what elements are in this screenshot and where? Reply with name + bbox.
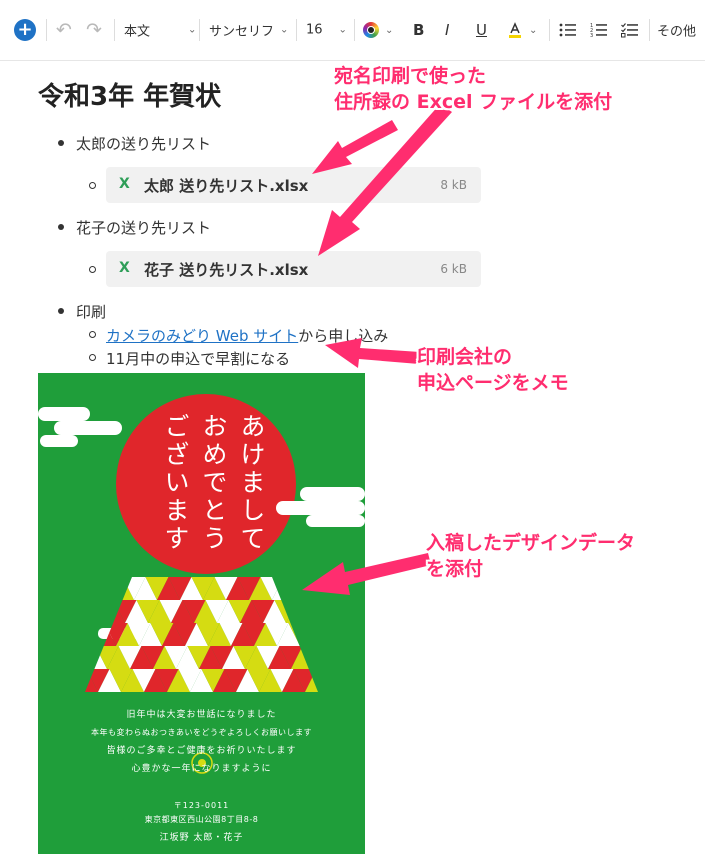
list-item-label: 太郎の送り先リスト [76,135,212,153]
annotation-text: 印刷会社の 申込ページをメモ [417,344,569,396]
toolbar-divider [354,19,355,41]
file-name: 花子 送り先リスト.xlsx [144,261,309,279]
card-names: 江坂野 太郎・花子 [159,833,244,843]
editor-toolbar: + ↶ ↷ 本文 ⌄ サンセリフ ⌄ 16 ⌄ ⌄ B I U ⌄ 1 2 3 … [0,0,705,61]
underline-button[interactable]: U [476,21,487,39]
chevron-down-icon: ⌄ [529,24,538,36]
arrow-icon [312,120,398,174]
chevron-down-icon: ⌄ [280,24,289,36]
excel-file-icon: X [119,176,130,192]
highlight-button[interactable]: ⌄ [507,21,537,39]
file-attachment[interactable]: X 太郎 送り先リスト.xlsx 8 kB [106,167,481,203]
file-attachment[interactable]: X 花子 送り先リスト.xlsx 6 kB [106,251,481,287]
greeting-column: あけまして [237,413,266,553]
excel-file-icon: X [119,260,130,276]
checklist-icon [621,23,638,38]
more-button[interactable]: その他 [657,21,696,40]
bold-icon: B [413,21,425,39]
annotation-line: 申込ページをメモ [417,372,569,394]
chevron-down-icon: ⌄ [385,24,394,36]
bullet-dot [58,308,64,314]
new-year-card-image[interactable]: あけまして おめでとう ございます 旧年中は大変お世話になりました 本年も変わら… [38,373,365,854]
paragraph-style-select[interactable]: 本文 ⌄ [124,21,196,40]
file-size: 8 kB [440,178,467,192]
font-family-select[interactable]: サンセリフ ⌄ [209,21,288,40]
card-address: 東京都東区西山公園8丁目8-8 [144,815,259,824]
annotation-text: 宛名印刷で使った 住所録の Excel ファイルを添付 [334,63,612,115]
svg-text:3: 3 [590,33,593,38]
bulleted-list-button[interactable] [559,22,577,38]
chevron-down-icon: ⌄ [188,24,197,36]
annotation-line: 住所録の Excel ファイルを添付 [334,91,613,113]
annotation-line: 入稿したデザインデータ [426,532,636,554]
paragraph-style-value: 本文 [124,24,151,40]
toolbar-divider [649,19,650,41]
annotation-line: を添付 [426,558,484,580]
font-size-select[interactable]: 16 ⌄ [306,23,347,38]
sub-list-item: 11月中の申込で早割になる [89,348,291,369]
sub-list-item: カメラのみどり Web サイトから申し込み [89,325,389,346]
toolbar-divider [199,19,200,41]
toolbar-divider [114,19,115,41]
numbered-list-button[interactable]: 1 2 3 [590,22,608,38]
bold-button[interactable]: B [413,21,424,39]
font-family-value: サンセリフ [209,24,275,40]
greeting-column: おめでとう [199,413,228,553]
sub-item-text: 11月中の申込で早割になる [106,350,291,368]
bullet-ring [89,266,96,273]
undo-icon: ↶ [56,19,72,41]
toolbar-divider [549,19,550,41]
card-message-line: 皆様のご多幸とご健康をお祈りいたします [106,746,297,756]
bullet-dot [58,224,64,230]
card-message-line: 本年も変わらぬおつきあいをどうぞよろしくお願いします [91,728,312,737]
file-name: 太郎 送り先リスト.xlsx [144,177,309,195]
toolbar-divider [46,19,47,41]
list-item: 太郎の送り先リスト [58,133,212,154]
page-title: 令和3年 年賀状 [38,82,222,112]
list-item-label: 印刷 [76,303,107,321]
card-message-line: 旧年中は大変お世話になりました [126,710,277,720]
list-item: 花子の送り先リスト [58,217,212,238]
toolbar-divider [296,19,297,41]
annotation-line: 宛名印刷で使った [334,65,487,87]
font-size-value: 16 [306,22,323,38]
annotation-line: 印刷会社の [417,346,513,368]
chevron-down-icon: ⌄ [338,24,347,36]
bullet-list-icon [559,23,576,37]
redo-button[interactable]: ↷ [86,19,102,41]
highlighter-icon [509,22,521,38]
plus-icon: + [14,19,36,41]
undo-button[interactable]: ↶ [56,19,72,41]
bullet-ring [89,354,96,361]
annotation-text: 入稿したデザインデータ を添付 [426,530,635,582]
insert-button[interactable]: + [14,19,36,41]
bullet-ring [89,182,96,189]
greeting-column: ございます [161,413,190,553]
numbered-list-icon: 1 2 3 [590,23,607,38]
list-item-label: 花子の送り先リスト [76,219,212,237]
bullet-ring [89,331,96,338]
sub-item-text: から申し込み [298,327,389,345]
website-link[interactable]: カメラのみどり Web サイト [106,327,298,345]
italic-button[interactable]: I [445,21,449,39]
bullet-dot [58,140,64,146]
underline-icon: U [476,21,487,39]
more-label: その他 [657,24,697,40]
italic-icon: I [445,21,450,39]
card-message-line: 心豊かな一年になりますように [131,764,272,774]
checklist-button[interactable] [621,22,639,38]
list-item: 印刷 [58,301,107,322]
file-size: 6 kB [440,262,467,276]
color-picker-icon [363,22,379,38]
text-color-button[interactable]: ⌄ [363,22,393,38]
redo-icon: ↷ [86,19,102,41]
